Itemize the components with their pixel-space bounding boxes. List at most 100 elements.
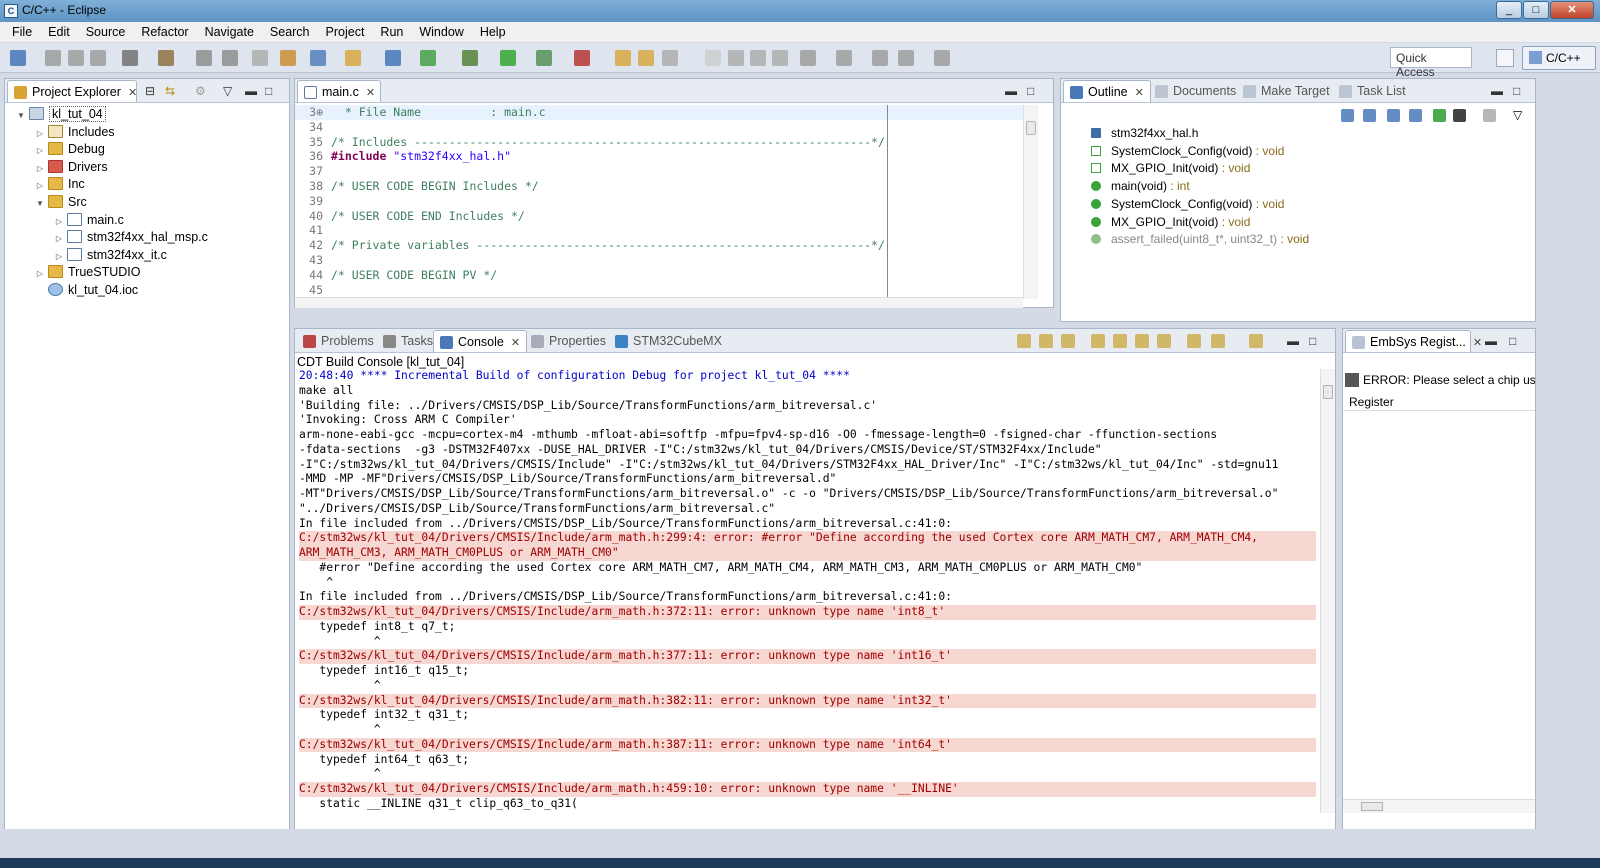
tab-tasks[interactable]: Tasks (377, 330, 439, 352)
run-icon[interactable] (500, 50, 516, 66)
outline-item[interactable]: SystemClock_Config(void) : void (1091, 196, 1284, 213)
tab-console[interactable]: Console ✕ (433, 330, 528, 352)
expanded-twisty-icon[interactable]: ▼ (15, 107, 27, 125)
edit-icon[interactable] (662, 50, 678, 66)
mark-icon[interactable] (705, 50, 721, 66)
outline-item[interactable]: SystemClock_Config(void) : void (1091, 143, 1284, 160)
display-console-icon[interactable] (1211, 334, 1225, 348)
menu-refactor[interactable]: Refactor (133, 25, 196, 39)
print-icon[interactable] (90, 50, 106, 66)
tree-item[interactable]: ▷ Inc (34, 175, 85, 193)
tree-item[interactable]: ▷ stm32f4xx_it.c (53, 246, 167, 264)
scroll-up-icon[interactable] (1039, 334, 1053, 348)
back-icon[interactable] (898, 50, 914, 66)
tree-item[interactable]: ▷ TrueSTUDIO (34, 263, 140, 281)
close-icon[interactable]: ✕ (1473, 337, 1482, 349)
tree-item[interactable]: ▷ main.c (53, 211, 124, 229)
editor-scrollbar[interactable] (1023, 105, 1038, 299)
console-options-icon[interactable] (1249, 334, 1263, 348)
build-icon[interactable] (158, 50, 174, 66)
maximize-view-icon[interactable]: □ (1509, 334, 1516, 348)
tree-item[interactable]: ▷ Drivers (34, 158, 108, 176)
build-all-icon[interactable] (196, 50, 212, 66)
debug-icon[interactable] (462, 50, 478, 66)
save-icon[interactable] (45, 50, 61, 66)
tree-item[interactable]: kl_tut_04.ioc (34, 281, 138, 299)
pin-console-icon[interactable] (1091, 334, 1105, 348)
menu-file[interactable]: File (4, 25, 40, 39)
view-menu-icon[interactable]: ▽ (223, 84, 232, 98)
expanded-twisty-icon[interactable]: ▼ (34, 195, 46, 213)
menu-navigate[interactable]: Navigate (197, 25, 262, 39)
open-folder-icon[interactable] (615, 50, 631, 66)
forward-icon[interactable] (934, 50, 950, 66)
close-icon[interactable]: ✕ (366, 87, 375, 99)
tab-embsys-registers[interactable]: EmbSys Regist... ✕ (1345, 330, 1482, 352)
close-icon[interactable]: ✕ (128, 87, 137, 99)
quick-access-field[interactable]: Quick Access (1390, 47, 1472, 79)
menu-edit[interactable]: Edit (40, 25, 78, 39)
next-annotation-icon[interactable] (800, 50, 816, 66)
open-type-icon[interactable] (280, 50, 296, 66)
toggle-mark-icon[interactable] (772, 50, 788, 66)
debug-settings-icon[interactable] (222, 50, 238, 66)
open-file-icon[interactable] (638, 50, 654, 66)
outline-item[interactable]: assert_failed(uint8_t*, uint32_t) : void (1091, 231, 1309, 248)
scroll-lock-icon[interactable] (1061, 334, 1075, 348)
run-config-icon[interactable] (536, 50, 552, 66)
new-icon[interactable] (10, 50, 26, 66)
registers-horizontal-scrollbar[interactable] (1343, 799, 1535, 813)
tab-main-c[interactable]: main.c ✕ (297, 80, 381, 102)
new-folder-icon[interactable] (345, 50, 361, 66)
perspective-cc-button[interactable]: C/C++ (1522, 46, 1596, 70)
menu-run[interactable]: Run (372, 25, 411, 39)
toggle-block-icon[interactable] (750, 50, 766, 66)
code-editor[interactable]: 3⊕ * File Name : main.c 34 35/* Includes -… (295, 105, 1023, 297)
menu-window[interactable]: Window (411, 25, 471, 39)
filter-icon[interactable]: ⚙ (195, 84, 206, 98)
scroll-down-icon[interactable] (1017, 334, 1031, 348)
tab-stm32cubemx[interactable]: STM32CubeMX (609, 330, 728, 352)
build-console-output[interactable]: 20:48:40 **** Incremental Build of confi… (295, 369, 1320, 813)
maximize-view-icon[interactable]: □ (265, 84, 272, 98)
outline-item[interactable]: main(void) : int (1091, 178, 1190, 195)
refresh-icon[interactable] (420, 50, 436, 66)
minimize-view-icon[interactable]: ▬ (1005, 84, 1017, 98)
sync-icon[interactable] (252, 50, 268, 66)
tree-item[interactable]: ▷ stm32f4xx_hal_msp.c (53, 228, 208, 246)
menu-source[interactable]: Source (78, 25, 134, 39)
minimize-button[interactable]: _ (1496, 1, 1522, 19)
outline-item[interactable]: MX_GPIO_Init(void) : void (1091, 214, 1250, 231)
menu-search[interactable]: Search (262, 25, 318, 39)
show-changes-icon[interactable] (1113, 334, 1127, 348)
open-console-icon[interactable] (1187, 334, 1201, 348)
collapse-all-icon[interactable]: ⊟ (145, 84, 155, 98)
tree-item[interactable]: ▷ Debug (34, 140, 105, 158)
outline-item[interactable]: stm32f4xx_hal.h (1091, 125, 1198, 142)
save-all-icon[interactable] (68, 50, 84, 66)
minimize-view-icon[interactable]: ▬ (1287, 334, 1299, 348)
new-class-icon[interactable] (310, 50, 326, 66)
minimize-view-icon[interactable]: ▬ (245, 84, 257, 98)
tab-problems[interactable]: Problems (297, 330, 380, 352)
maximize-view-icon[interactable]: □ (1027, 84, 1034, 98)
menu-help[interactable]: Help (472, 25, 514, 39)
last-edit-icon[interactable] (872, 50, 888, 66)
console-scrollbar[interactable] (1320, 369, 1335, 813)
tree-item[interactable]: ▼ Src (34, 193, 87, 211)
annotation-icon[interactable] (728, 50, 744, 66)
tree-item[interactable]: ▷ Includes (34, 123, 115, 141)
open-perspective-icon[interactable] (1496, 49, 1514, 67)
manage-configs-icon[interactable] (122, 50, 138, 66)
close-icon[interactable]: ✕ (511, 337, 520, 349)
register-column-header[interactable]: Register (1343, 393, 1535, 411)
external-tools-icon[interactable] (574, 50, 590, 66)
prev-annotation-icon[interactable] (836, 50, 852, 66)
tab-properties[interactable]: Properties (525, 330, 612, 352)
clear-console-icon[interactable] (1157, 334, 1171, 348)
tree-item[interactable]: ▼ kl_tut_04 (15, 105, 106, 123)
maximize-view-icon[interactable]: □ (1309, 334, 1316, 348)
close-window-button[interactable]: ✕ (1550, 1, 1594, 19)
outline-item[interactable]: MX_GPIO_Init(void) : void (1091, 160, 1250, 177)
link-with-editor-icon[interactable]: ⇆ (165, 84, 175, 98)
